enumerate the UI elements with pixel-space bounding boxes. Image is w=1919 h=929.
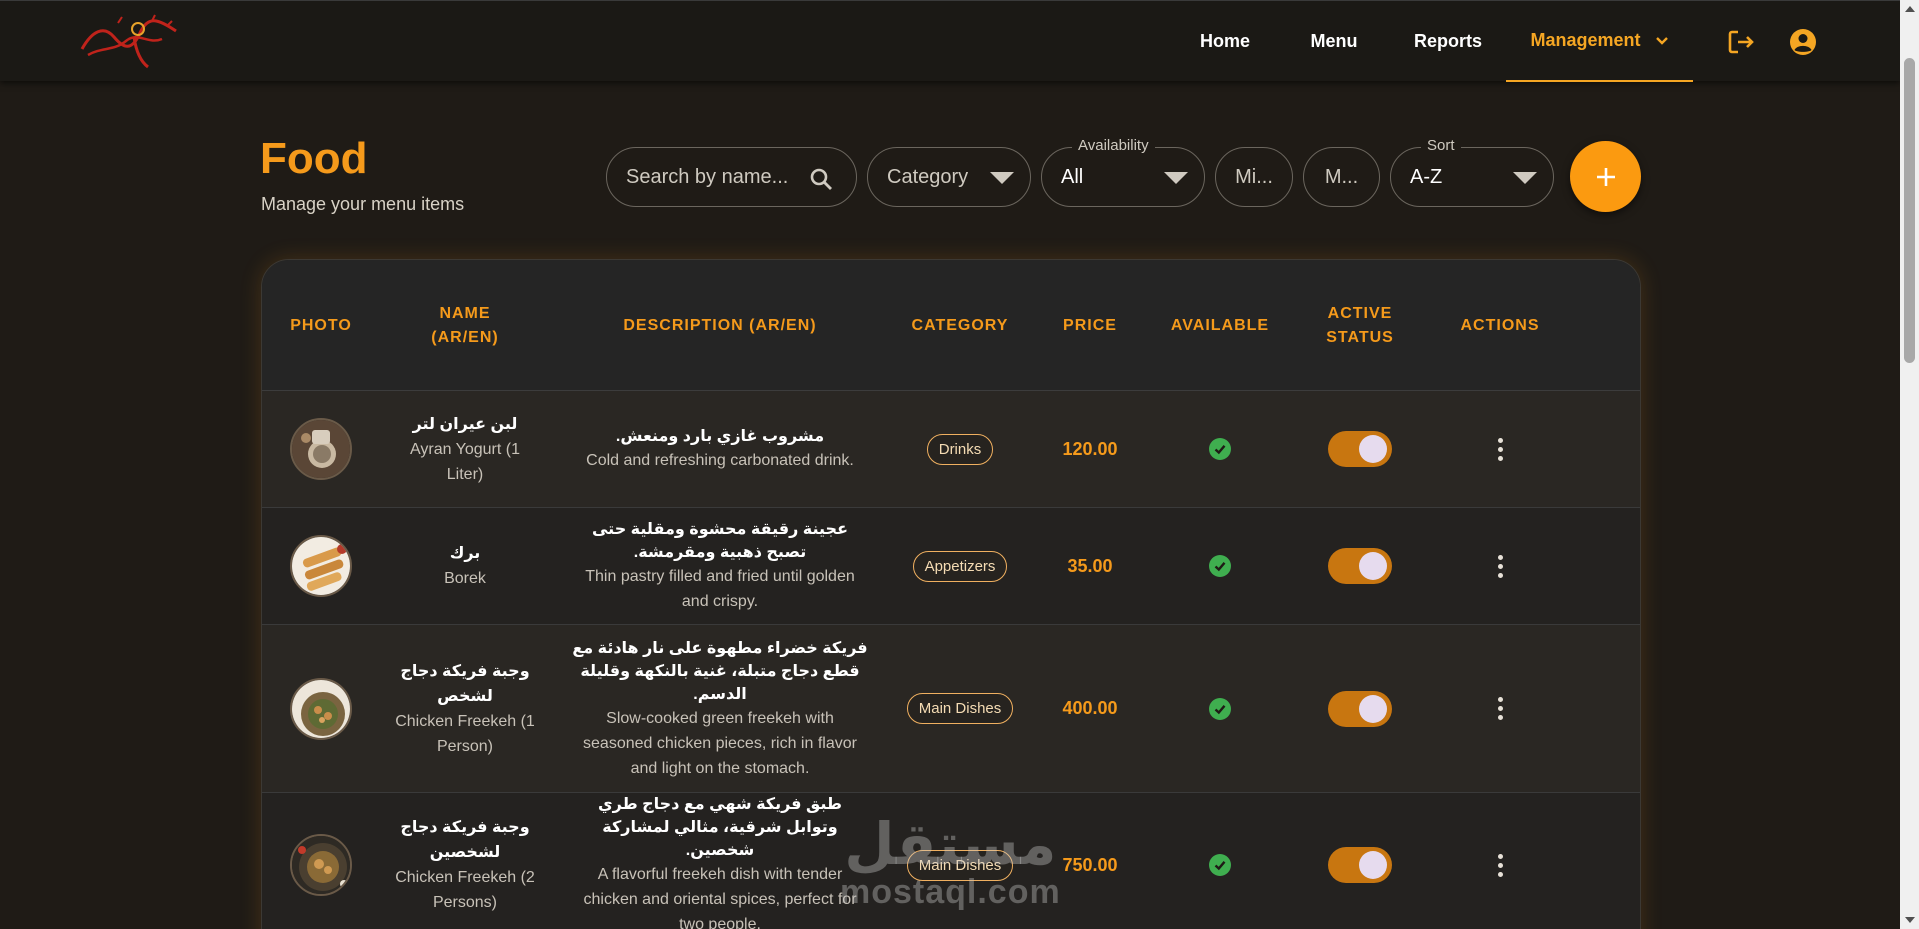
food-description-ar: فريكة خضراء مطهوة على نار هادئة مع قطع د… <box>572 639 868 703</box>
active-status-toggle[interactable] <box>1328 431 1392 467</box>
max-price-input[interactable]: M... <box>1303 147 1380 207</box>
column-header-name: NAME (AR/EN) <box>431 304 499 346</box>
food-name-en: Chicken Freekeh (2 Persons) <box>395 869 535 911</box>
nav-reports[interactable]: Reports <box>1404 1 1492 82</box>
food-name-ar: برك <box>449 545 481 562</box>
more-actions-icon[interactable] <box>1490 693 1511 724</box>
food-name-ar: وجبة فريكة دجاج لشخص <box>400 662 530 705</box>
food-description-en: A flavorful freekeh dish with tender chi… <box>583 866 857 929</box>
nav-home[interactable]: Home <box>1187 1 1263 82</box>
food-table: PHOTO NAME (AR/EN) DESCRIPTION (AR/EN) C… <box>261 259 1641 929</box>
food-description-ar: طبق فريكة شهي مع دجاج طري وتوابل شرقية، … <box>598 796 842 859</box>
toggle-knob <box>1359 552 1387 580</box>
page-title: Food <box>260 134 368 183</box>
available-check-icon <box>1209 555 1231 577</box>
column-header-category: CATEGORY <box>911 316 1009 334</box>
logout-icon[interactable] <box>1726 27 1756 57</box>
table-row[interactable]: برك Borek عجينة رقيقة محشوة ومقلية حتى ت… <box>262 508 1640 625</box>
table-row[interactable]: وجبة فريكة دجاج لشخص Chicken Freekeh (1 … <box>262 625 1640 793</box>
category-chip: Appetizers <box>912 550 1008 582</box>
availability-value: All <box>1061 165 1084 188</box>
scroll-up-arrow-icon[interactable] <box>1905 6 1915 12</box>
user-account-icon[interactable] <box>1788 27 1818 57</box>
top-navigation-bar: Home Menu Reports Management <box>0 0 1900 82</box>
food-price: 120.00 <box>1062 438 1118 459</box>
table-row[interactable]: لبن عيران لتر Ayran Yogurt (1 Liter) مشر… <box>262 391 1640 508</box>
food-description-en: Thin pastry filled and fried until golde… <box>585 568 855 610</box>
availability-label: Availability <box>1072 137 1155 154</box>
food-price: 750.00 <box>1062 854 1118 875</box>
column-header-photo: PHOTO <box>290 316 352 334</box>
category-placeholder: Category <box>887 165 969 188</box>
table-header: PHOTO NAME (AR/EN) DESCRIPTION (AR/EN) C… <box>262 260 1640 391</box>
page-subtitle: Manage your menu items <box>261 194 465 214</box>
toggle-knob <box>1359 435 1387 463</box>
add-food-button[interactable] <box>1570 141 1641 212</box>
nav-management-label: Management <box>1530 30 1641 50</box>
category-chip: Main Dishes <box>906 849 1014 881</box>
food-photo <box>290 677 352 740</box>
column-header-price: PRICE <box>1063 316 1117 334</box>
toggle-knob <box>1359 851 1387 879</box>
sort-select[interactable]: Sort A-Z <box>1390 137 1554 207</box>
page-scrollbar[interactable] <box>1900 0 1919 929</box>
column-header-active-status: ACTIVE STATUS <box>1326 304 1394 346</box>
min-price-input[interactable]: Mi... <box>1215 147 1293 207</box>
food-name-en: Borek <box>444 570 486 587</box>
scroll-down-arrow-icon[interactable] <box>1905 917 1915 923</box>
search-placeholder: Search by name... <box>626 165 789 188</box>
column-header-actions: ACTIONS <box>1460 316 1540 334</box>
available-check-icon <box>1209 854 1231 876</box>
available-check-icon <box>1209 438 1231 460</box>
nav-management[interactable]: Management <box>1506 1 1693 82</box>
max-price-placeholder: M... <box>1324 165 1359 188</box>
food-description-ar: عجينة رقيقة محشوة ومقلية حتى تصبح ذهبية … <box>591 521 849 561</box>
food-name-ar: لبن عيران لتر <box>412 415 518 433</box>
food-name-en: Ayran Yogurt (1 Liter) <box>409 440 520 483</box>
active-status-toggle[interactable] <box>1328 548 1392 584</box>
food-description-en: Slow-cooked green freekeh with seasoned … <box>583 709 857 777</box>
search-field[interactable]: Search by name... <box>606 147 857 207</box>
column-header-available: AVAILABLE <box>1170 316 1270 334</box>
more-actions-icon[interactable] <box>1490 850 1511 881</box>
sort-value: A-Z <box>1410 165 1443 188</box>
min-price-placeholder: Mi... <box>1235 165 1273 188</box>
nav-menu[interactable]: Menu <box>1303 1 1365 82</box>
dropdown-caret-icon <box>1513 172 1537 184</box>
food-price: 35.00 <box>1067 555 1113 576</box>
category-chip: Drinks <box>926 433 994 465</box>
search-icon[interactable] <box>809 167 833 191</box>
food-description-ar: مشروب غازي بارد ومنعش. <box>615 428 825 445</box>
toggle-knob <box>1359 694 1387 723</box>
food-name-ar: وجبة فريكة دجاج لشخصين <box>400 819 530 861</box>
restaurant-logo[interactable] <box>78 11 186 71</box>
category-chip: Main Dishes <box>906 693 1014 724</box>
chevron-down-icon <box>1655 33 1669 49</box>
availability-select[interactable]: Availability All <box>1041 137 1205 207</box>
food-photo <box>290 418 352 480</box>
more-actions-icon[interactable] <box>1490 551 1511 582</box>
more-actions-icon[interactable] <box>1490 434 1511 465</box>
food-description-en: Cold and refreshing carbonated drink. <box>586 452 854 469</box>
column-header-description: DESCRIPTION (AR/EN) <box>623 316 817 334</box>
available-check-icon <box>1209 697 1231 720</box>
table-row[interactable]: وجبة فريكة دجاج لشخصين Chicken Freekeh (… <box>262 793 1640 929</box>
food-price: 400.00 <box>1062 698 1118 718</box>
food-photo <box>290 834 352 896</box>
plus-icon <box>1596 167 1615 186</box>
dropdown-caret-icon <box>990 172 1014 184</box>
dropdown-caret-icon <box>1164 172 1188 184</box>
sort-label: Sort <box>1421 137 1461 154</box>
active-status-toggle[interactable] <box>1328 690 1392 727</box>
active-status-toggle[interactable] <box>1328 847 1392 883</box>
food-name-en: Chicken Freekeh (1 Person) <box>395 712 535 755</box>
food-photo <box>290 535 352 597</box>
category-select[interactable]: Category <box>867 147 1031 207</box>
scroll-thumb[interactable] <box>1904 58 1915 363</box>
